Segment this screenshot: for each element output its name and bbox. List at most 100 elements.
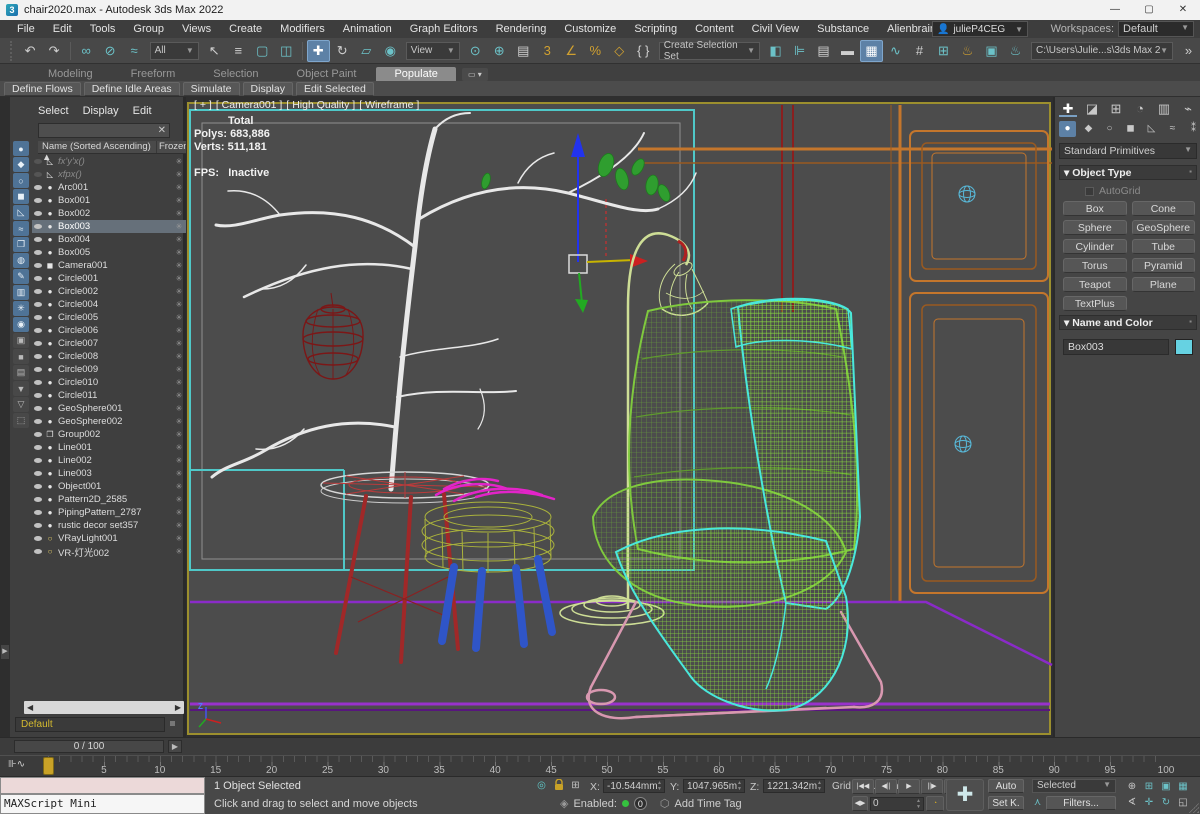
object-name[interactable]: xfpx() [58, 169, 172, 180]
preset-options-button[interactable] [170, 721, 175, 726]
menu-item[interactable]: Civil View [743, 20, 808, 38]
visibility-eye-icon[interactable] [34, 510, 42, 515]
pan-icon[interactable]: ✛ [1141, 795, 1157, 810]
menu-item[interactable]: Content [686, 20, 743, 38]
set-keys-button[interactable]: ✚ [946, 779, 984, 811]
list-item[interactable]: ● rustic decor set357 ✳ [32, 519, 186, 532]
ribbon-button[interactable]: Edit Selected [295, 81, 374, 96]
viewport-general-menu[interactable]: [ + ] [194, 99, 212, 111]
visibility-eye-icon[interactable] [34, 198, 42, 203]
select-and-scale-icon[interactable]: ▱ [355, 40, 378, 62]
frozen-snowflake-icon[interactable]: ✳ [172, 183, 186, 192]
orbit-icon[interactable]: ↻ [1158, 795, 1174, 810]
visibility-eye-icon[interactable] [34, 237, 42, 242]
frozen-snowflake-icon[interactable]: ✳ [172, 300, 186, 309]
list-item[interactable]: ● Box003 ✳ [32, 220, 186, 233]
visibility-eye-icon[interactable] [34, 263, 42, 268]
explorer-horizontal-scrollbar[interactable]: ◀ ▶ [24, 701, 184, 714]
lights-category-icon[interactable]: ○ [1101, 121, 1118, 137]
list-item[interactable]: ● PipingPattern_2787 ✳ [32, 506, 186, 519]
object-name[interactable]: Circle005 [58, 312, 172, 323]
ribbon-button[interactable]: Display [242, 81, 293, 96]
menu-item[interactable]: Tools [81, 20, 125, 38]
toolbar-overflow-icon[interactable]: » [1177, 40, 1200, 62]
x-coordinate-field[interactable]: -10.544mm ▲ ▼ [603, 779, 665, 793]
layer-explorer-icon[interactable]: ▤ [812, 40, 835, 62]
visibility-eye-icon[interactable] [34, 523, 42, 528]
object-name[interactable]: Box003 [58, 221, 172, 232]
primitive-button[interactable]: Pyramid [1131, 258, 1195, 273]
toolbar-grip[interactable] [10, 40, 14, 61]
frozen-snowflake-icon[interactable]: ✳ [172, 456, 186, 465]
menu-item[interactable]: Group [124, 20, 173, 38]
object-name[interactable]: Box002 [58, 208, 172, 219]
menu-item[interactable]: Customize [555, 20, 625, 38]
name-column-header[interactable]: Name (Sorted Ascending) ▲ [38, 141, 156, 163]
spinner-snap-icon[interactable]: ◇ [608, 40, 631, 62]
selection-lock-toggle[interactable] [551, 778, 566, 793]
list-item[interactable]: ● Circle006 ✳ [32, 324, 186, 337]
object-name[interactable]: Circle002 [58, 286, 172, 297]
primitive-button[interactable]: Cylinder [1063, 239, 1127, 254]
fov-icon[interactable]: ∢ [1124, 795, 1140, 810]
list-item[interactable]: ● Box001 ✳ [32, 194, 186, 207]
y-coordinate-field[interactable]: 1047.965m ▲ ▼ [683, 779, 745, 793]
list-item[interactable]: ● Arc001 ✳ [32, 181, 186, 194]
menu-item[interactable]: Modifiers [271, 20, 334, 38]
use-pivot-center-icon[interactable]: ⊙ [464, 40, 487, 62]
object-name[interactable]: Box001 [58, 195, 172, 206]
list-item[interactable]: ● Object001 ✳ [32, 480, 186, 493]
frozen-snowflake-icon[interactable]: ✳ [172, 404, 186, 413]
object-name[interactable]: GeoSphere001 [58, 403, 172, 414]
render-icon[interactable]: ♨ [1004, 40, 1027, 62]
visibility-eye-icon[interactable] [34, 159, 42, 164]
set-key-button[interactable]: Set K. [988, 796, 1024, 810]
tool-filter-icon[interactable]: ▽ [13, 397, 29, 412]
visibility-eye-icon[interactable] [34, 497, 42, 502]
frozen-snowflake-icon[interactable]: ✳ [172, 521, 186, 530]
visibility-eye-icon[interactable] [34, 536, 42, 541]
list-item[interactable]: ◺ fx'y'x() ✳ [32, 155, 186, 168]
select-and-move-icon[interactable]: ✚ [306, 39, 330, 62]
primitive-button[interactable]: Tube [1131, 239, 1195, 254]
workspace-select[interactable]: Default ▼ [1118, 21, 1194, 37]
key-mode-toggle[interactable]: ◀▶ [852, 796, 868, 811]
visibility-eye-icon[interactable] [34, 250, 42, 255]
list-item[interactable]: ● Circle005 ✳ [32, 311, 186, 324]
explorer-menu-item[interactable]: Select [38, 105, 69, 117]
project-folder-select[interactable]: C:\Users\Julie...s\3ds Max 202:▼ [1031, 41, 1173, 60]
menu-item[interactable]: File [8, 20, 44, 38]
frozen-snowflake-icon[interactable]: ✳ [172, 287, 186, 296]
frozen-snowflake-icon[interactable]: ✳ [172, 417, 186, 426]
filter-hidden-icon[interactable]: ◉ [13, 317, 29, 332]
frozen-snowflake-icon[interactable]: ✳ [172, 157, 186, 166]
frozen-snowflake-icon[interactable]: ✳ [172, 196, 186, 205]
frozen-snowflake-icon[interactable]: ✳ [172, 495, 186, 504]
time-slider-handle[interactable] [43, 757, 54, 775]
select-object-icon[interactable]: ↖ [203, 40, 226, 62]
select-and-place-icon[interactable]: ◉ [379, 40, 402, 62]
scroll-right-icon[interactable]: ▶ [175, 703, 181, 712]
ribbon-button[interactable]: Define Idle Areas [83, 81, 180, 96]
search-input[interactable] [39, 124, 155, 137]
zoom-extents-all-icon[interactable]: ▦ [1175, 779, 1191, 794]
list-item[interactable]: ● Pattern2D_2585 ✳ [32, 493, 186, 506]
minimize-button[interactable]: — [1098, 0, 1132, 20]
visibility-eye-icon[interactable] [34, 471, 42, 476]
menu-item[interactable]: Edit [44, 20, 81, 38]
object-name[interactable]: rustic decor set357 [58, 520, 172, 531]
object-name[interactable]: Pattern2D_2585 [58, 494, 172, 505]
mini-curve-editor-button[interactable]: ⊪∿ [8, 759, 25, 770]
frozen-snowflake-icon[interactable]: ✳ [172, 274, 186, 283]
maxscript-mini-listener[interactable]: MAXScript Mini [0, 794, 205, 814]
current-frame-field[interactable]: 0 ▲ ▼ [870, 796, 924, 811]
next-frame-button[interactable]: ||▶ [921, 779, 943, 794]
play-button[interactable]: ▶ [898, 779, 920, 794]
next-frame-arrow[interactable]: ▶ [168, 740, 182, 753]
create-tab-icon[interactable]: ✚ [1059, 100, 1077, 117]
frozen-snowflake-icon[interactable]: ✳ [172, 339, 186, 348]
select-and-link-icon[interactable]: ∞ [75, 40, 98, 62]
object-name[interactable]: Group002 [58, 429, 172, 440]
object-name[interactable]: PipingPattern_2787 [58, 507, 172, 518]
list-item[interactable]: ● Circle008 ✳ [32, 350, 186, 363]
